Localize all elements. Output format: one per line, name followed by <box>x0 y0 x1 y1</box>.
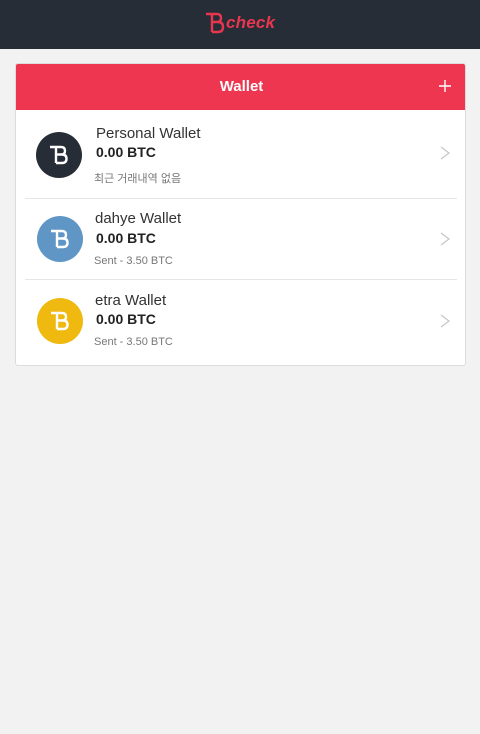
top-bar: check <box>0 0 480 49</box>
wallet-status: Sent - 3.50 BTC <box>94 255 173 267</box>
wallet-name: Personal Wallet <box>96 125 201 142</box>
wallet-row-etra[interactable]: etra Wallet 0.00 BTC Sent - 3.50 BTC <box>25 280 457 365</box>
brand-name: check <box>226 13 276 32</box>
chevron-right-icon <box>440 314 450 328</box>
app-logo[interactable]: check <box>205 11 275 35</box>
wallet-avatar <box>36 132 82 178</box>
wallet-card-title: Wallet <box>219 78 264 95</box>
add-wallet-button[interactable] <box>435 76 455 96</box>
wallet-row-dahye[interactable]: dahye Wallet 0.00 BTC Sent - 3.50 BTC <box>25 199 457 280</box>
wallet-card-header: Wallet <box>16 64 465 110</box>
wallet-avatar <box>37 298 83 344</box>
wallet-balance: 0.00 BTC <box>96 144 156 160</box>
bytecoin-icon <box>51 311 69 331</box>
plus-icon <box>439 80 451 92</box>
wallet-status: 최근 거래내역 없음 <box>94 173 182 185</box>
bytecoin-icon <box>50 145 68 165</box>
wallet-row-personal[interactable]: Personal Wallet 0.00 BTC 최근 거래내역 없음 <box>25 110 457 199</box>
wallet-name: dahye Wallet <box>95 210 182 227</box>
chevron-right-icon <box>440 232 450 246</box>
wallet-card: Wallet Personal Wallet 0.00 BTC 최근 거래내역 … <box>15 63 466 366</box>
wallet-status: Sent - 3.50 BTC <box>94 336 173 348</box>
bytecoin-icon <box>51 229 69 249</box>
wallet-avatar <box>37 216 83 262</box>
chevron-right-icon <box>440 146 450 160</box>
brand-b-icon <box>206 12 225 34</box>
wallet-name: etra Wallet <box>95 292 167 309</box>
wallet-balance: 0.00 BTC <box>96 230 156 246</box>
wallet-balance: 0.00 BTC <box>96 311 156 327</box>
